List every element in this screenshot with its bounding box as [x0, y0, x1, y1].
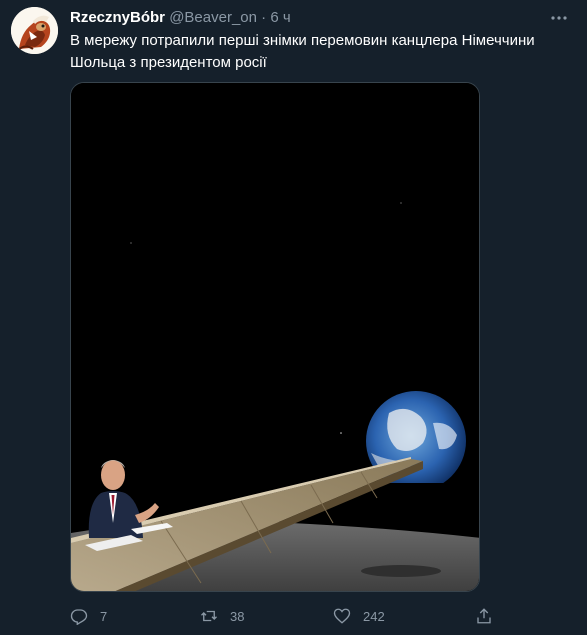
- like-button[interactable]: 242: [333, 604, 385, 628]
- tweet-text: В мережу потрапили перші знімки перемови…: [70, 32, 535, 71]
- tweet-time[interactable]: 6 ч: [270, 9, 290, 26]
- tweet-actions: 7 38 242: [70, 604, 510, 628]
- share-button[interactable]: [475, 604, 505, 628]
- retweet-icon: [201, 610, 217, 622]
- tweet-header: RzecznyBóbr @Beaver_on · 6 ч: [70, 9, 291, 27]
- display-name[interactable]: RzecznyBóbr: [70, 9, 165, 26]
- tweet: RzecznyBóbr @Beaver_on · 6 ч В мережу по…: [0, 0, 587, 635]
- avatar[interactable]: [11, 7, 58, 54]
- user-handle[interactable]: @Beaver_on: [169, 9, 257, 26]
- reply-button[interactable]: 7: [70, 604, 107, 628]
- reply-icon: [70, 609, 88, 625]
- beaver-avatar-icon: [11, 7, 58, 54]
- tweet-image[interactable]: [70, 82, 480, 592]
- meme-image: [71, 83, 479, 591]
- reply-count: 7: [100, 608, 108, 624]
- share-icon: [477, 608, 491, 624]
- retweet-button[interactable]: 38: [200, 604, 244, 628]
- like-icon: [333, 608, 351, 624]
- separator-dot: ·: [261, 9, 267, 26]
- retweet-count: 38: [230, 608, 245, 624]
- like-count: 242: [363, 608, 385, 624]
